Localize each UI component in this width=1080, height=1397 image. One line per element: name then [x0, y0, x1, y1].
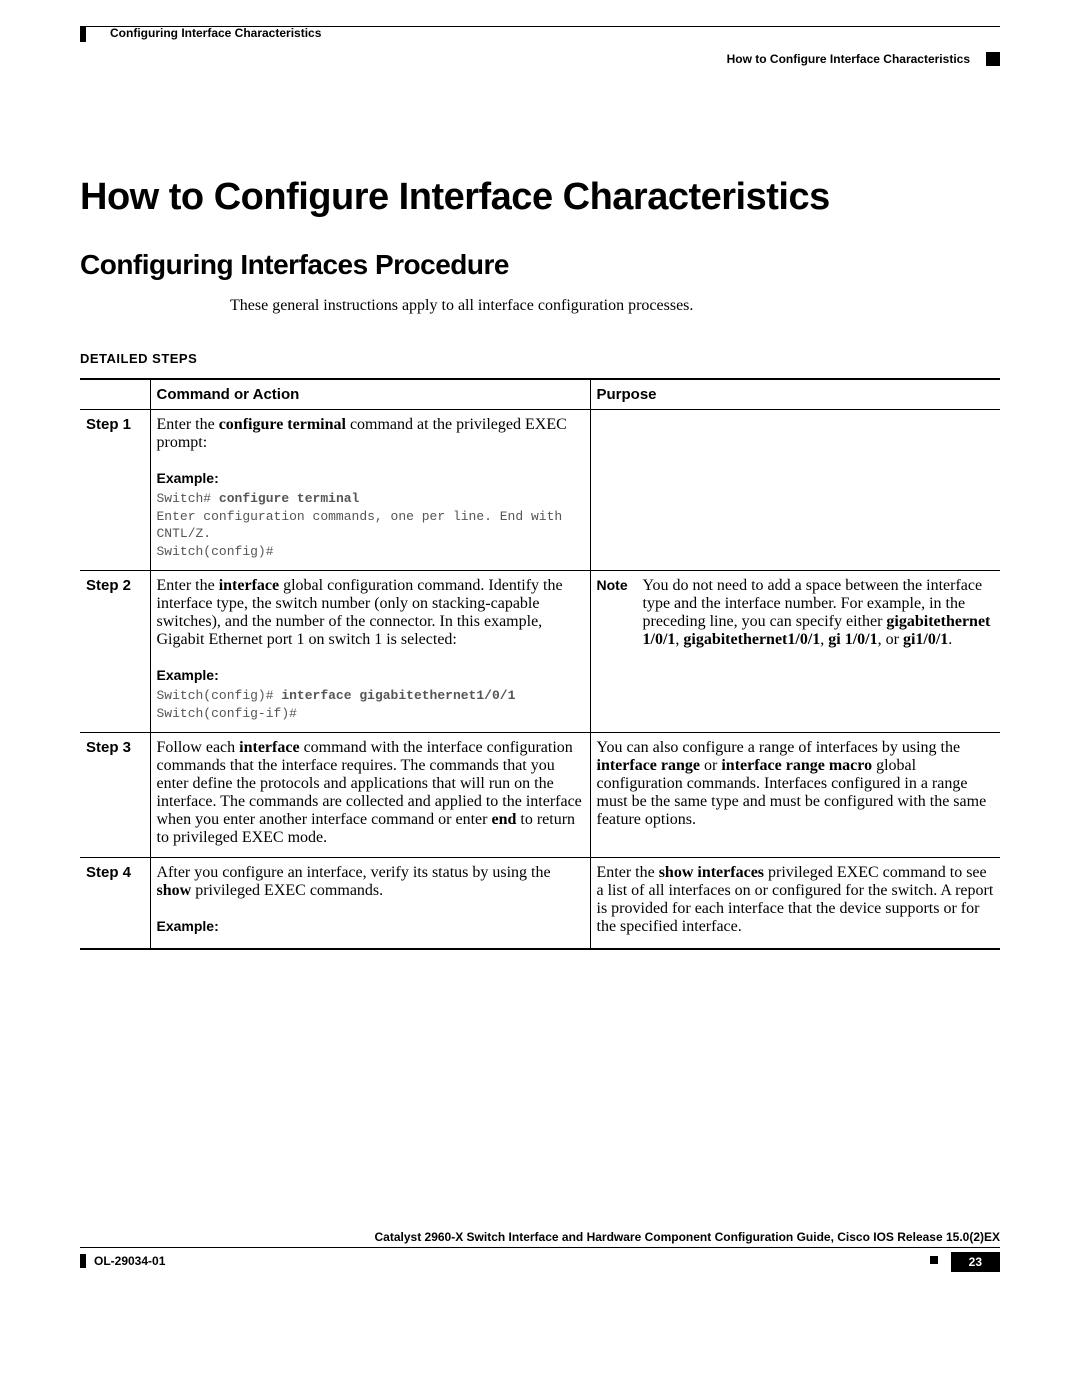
page-title: How to Configure Interface Characteristi… [80, 176, 1000, 219]
table-header-purpose: Purpose [590, 379, 1000, 410]
note-label: Note [597, 577, 643, 649]
footer-guide-title: Catalyst 2960-X Switch Interface and Har… [80, 1230, 1000, 1247]
note-body: You do not need to add a space between t… [643, 577, 995, 649]
purpose-cell: You can also configure a range of interf… [590, 733, 1000, 858]
command-cell: Enter the interface global configuration… [150, 571, 590, 733]
code-block: Switch# configure terminal Enter configu… [157, 490, 584, 560]
step-label: Step 1 [80, 410, 150, 571]
purpose-cell [590, 410, 1000, 571]
purpose-cell: Enter the show interfaces privileged EXE… [590, 858, 1000, 950]
footer-left-mark [80, 1254, 86, 1268]
footer-small-square [930, 1256, 938, 1264]
step-label: Step 4 [80, 858, 150, 950]
table-row: Step 1 Enter the configure terminal comm… [80, 410, 1000, 571]
code-block: Switch(config)# interface gigabitetherne… [157, 687, 584, 722]
table-header-command: Command or Action [150, 379, 590, 410]
section-heading: Configuring Interfaces Procedure [80, 249, 1000, 281]
command-cell: Follow each interface command with the i… [150, 733, 590, 858]
header-left-mark [80, 26, 86, 42]
top-bar: Configuring Interface Characteristics Ho… [80, 26, 1000, 66]
section-title-top: How to Configure Interface Characteristi… [727, 52, 970, 66]
page-number: 23 [951, 1252, 1000, 1272]
header-right-mark [986, 52, 1000, 66]
detailed-steps-label: DETAILED STEPS [80, 351, 1000, 366]
step-label: Step 3 [80, 733, 150, 858]
steps-table: Command or Action Purpose Step 1 Enter t… [80, 378, 1000, 950]
table-header-blank [80, 379, 150, 410]
command-cell: After you configure an interface, verify… [150, 858, 590, 950]
intro-text: These general instructions apply to all … [230, 297, 1000, 315]
chapter-title: Configuring Interface Characteristics [110, 26, 321, 40]
footer-doc-id: OL-29034-01 [94, 1254, 165, 1268]
footer: Catalyst 2960-X Switch Interface and Har… [80, 1230, 1000, 1274]
command-cell: Enter the configure terminal command at … [150, 410, 590, 571]
purpose-cell: Note You do not need to add a space betw… [590, 571, 1000, 733]
table-row: Step 2 Enter the interface global config… [80, 571, 1000, 733]
step-label: Step 2 [80, 571, 150, 733]
table-row: Step 3 Follow each interface command wit… [80, 733, 1000, 858]
table-row: Step 4 After you configure an interface,… [80, 858, 1000, 950]
example-label: Example: [157, 470, 584, 486]
example-label: Example: [157, 667, 584, 683]
example-label: Example: [157, 918, 584, 934]
footer-rule [80, 1247, 1000, 1248]
